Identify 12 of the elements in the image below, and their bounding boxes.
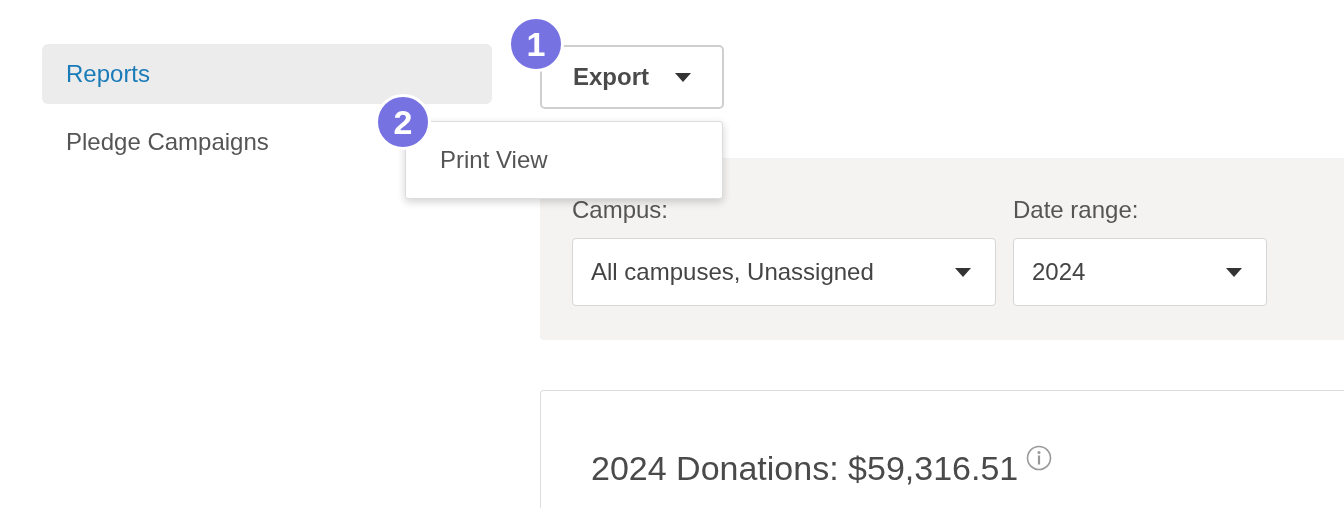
field-label: Campus: bbox=[572, 196, 670, 224]
step-badge: 1 bbox=[508, 16, 564, 72]
caret-icon bbox=[1226, 267, 1242, 277]
sidebar-item[interactable]: Reports bbox=[42, 44, 492, 104]
step-badge: 2 bbox=[375, 94, 431, 150]
caret-icon bbox=[955, 267, 971, 277]
caret-icon bbox=[675, 72, 691, 82]
select-field[interactable]: All campuses, Unassigned bbox=[572, 238, 996, 306]
field-label: Date range: bbox=[1013, 196, 1140, 224]
select-field[interactable]: 2024 bbox=[1013, 238, 1267, 306]
info-icon[interactable] bbox=[1026, 445, 1053, 471]
summary-title: 2024 Donations: $59,316.51 bbox=[591, 449, 1019, 488]
